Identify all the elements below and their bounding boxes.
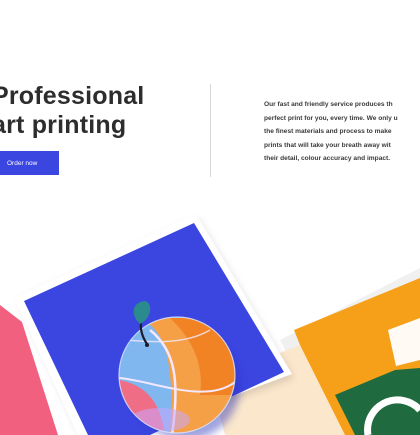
art-print-illustration [0,214,420,435]
